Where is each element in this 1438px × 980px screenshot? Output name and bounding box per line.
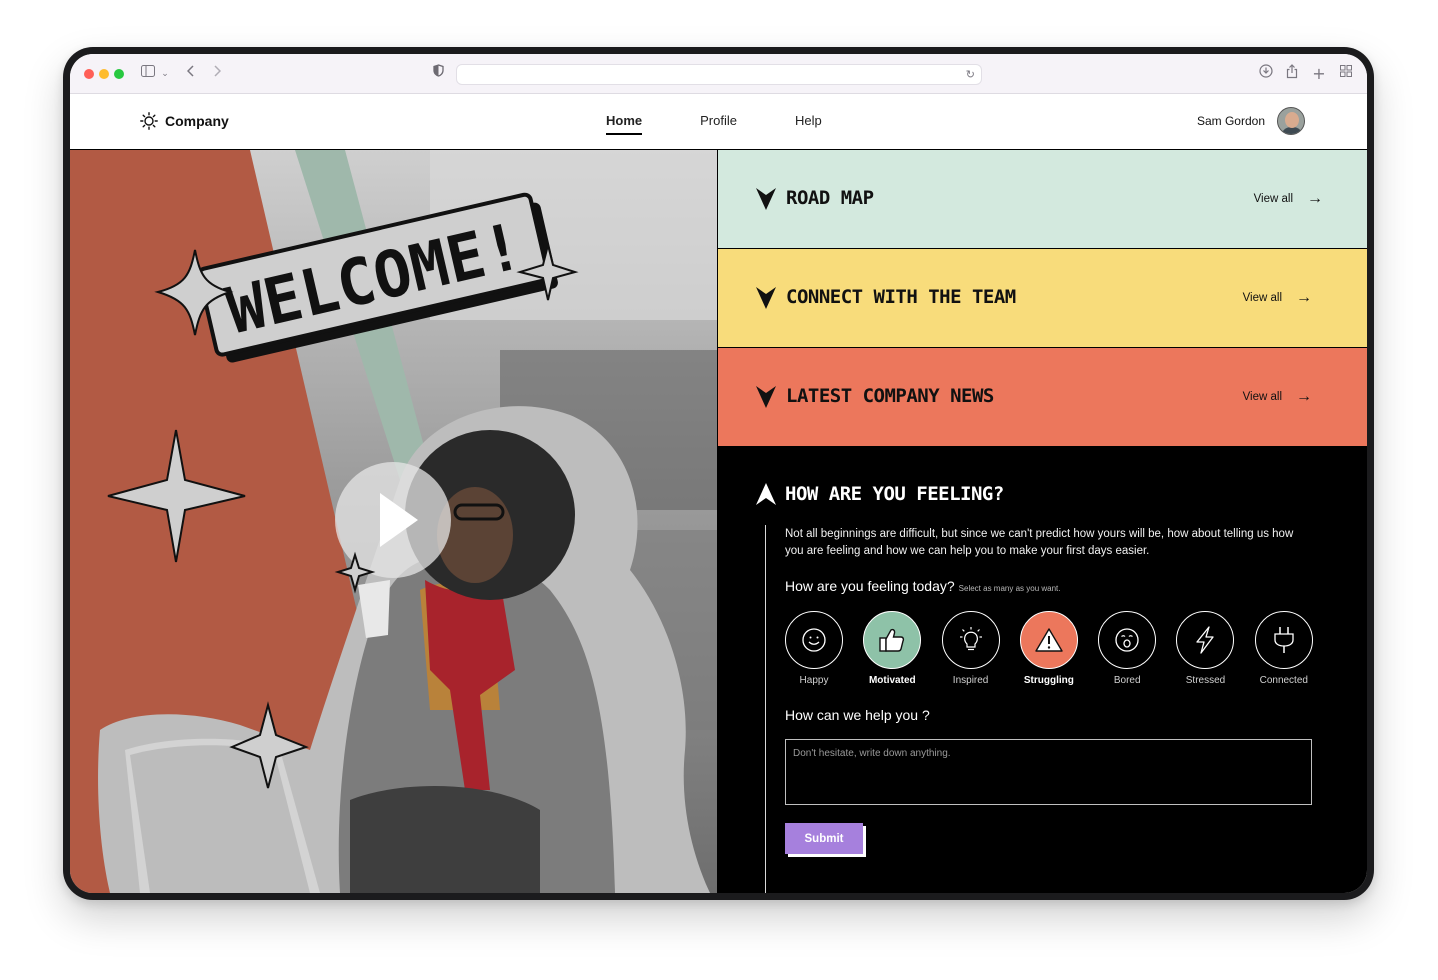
back-arrow-icon[interactable]	[184, 64, 198, 84]
company-logo[interactable]: Company	[140, 112, 229, 130]
shield-icon	[431, 64, 445, 84]
connect-team-view-all-link[interactable]: View all →	[1242, 289, 1312, 306]
road-map-view-all-link[interactable]: View all →	[1253, 190, 1323, 207]
close-window-button[interactable]	[84, 69, 94, 79]
help-message-input[interactable]	[785, 739, 1312, 805]
section-title: CONNECT WITH THE TEAM	[786, 286, 1016, 308]
feeling-section: HOW ARE YOU FEELING? Not all beginnings …	[718, 447, 1367, 893]
mood-motivated-button[interactable]	[863, 611, 922, 669]
mood-struggling[interactable]: Struggling	[1019, 611, 1098, 686]
help-question: How can we help you ?	[785, 707, 930, 723]
browser-toolbar: ⌄ ↻ +	[70, 54, 1367, 94]
mood-inspired[interactable]: Inspired	[941, 611, 1020, 686]
mood-label: Struggling	[1023, 675, 1074, 686]
mood-question: How are you feeling today? Select as many…	[785, 578, 1061, 594]
lightbulb-icon	[959, 627, 982, 651]
mood-hint: Select as many as you want.	[958, 584, 1061, 593]
reload-icon[interactable]: ↻	[966, 65, 975, 84]
mood-bored[interactable]: Bored	[1098, 611, 1176, 686]
user-name: Sam Gordon	[1196, 114, 1265, 128]
chevron-down-icon	[756, 287, 776, 309]
maximize-window-button[interactable]	[114, 69, 124, 79]
plug-icon	[1274, 627, 1294, 653]
device-frame: ⌄ ↻ + Company Home Profile Help Sam Gord…	[63, 47, 1374, 900]
download-icon[interactable]	[1258, 64, 1274, 84]
company-news-view-all-link[interactable]: View all →	[1242, 388, 1312, 405]
mood-label: Bored	[1113, 675, 1141, 686]
yawn-face-icon	[1115, 628, 1139, 652]
avatar[interactable]	[1277, 107, 1305, 135]
section-title: LATEST COMPANY NEWS	[786, 385, 994, 407]
mood-stressed-button[interactable]	[1176, 611, 1235, 669]
sun-logo-icon	[140, 112, 158, 130]
submit-button[interactable]: Submit	[785, 823, 863, 854]
mood-question-text: How are you feeling today?	[785, 578, 955, 594]
section-road-map[interactable]: ROAD MAP View all →	[718, 150, 1367, 249]
arrow-right-icon: →	[1296, 388, 1312, 405]
thumbs-up-icon	[879, 628, 905, 652]
mood-struggling-button[interactable]	[1019, 611, 1078, 669]
mood-inspired-button[interactable]	[941, 611, 1000, 669]
mood-label: Stressed	[1185, 675, 1226, 686]
feeling-description: Not all beginnings are difficult, but si…	[785, 528, 1294, 557]
address-bar[interactable]: ↻	[456, 64, 982, 85]
mood-options: Happy Motivated Inspired Struggling Bore…	[785, 611, 1333, 686]
chevron-down-icon	[756, 386, 776, 408]
warning-icon	[1035, 628, 1063, 652]
sidebar-toggle-icon[interactable]	[140, 64, 156, 84]
mood-label: Motivated	[868, 675, 916, 686]
section-connect-team[interactable]: CONNECT WITH THE TEAM View all →	[718, 249, 1367, 348]
tab-overview-icon[interactable]	[1338, 64, 1354, 84]
nav-help[interactable]: Help	[795, 113, 822, 135]
nav-profile[interactable]: Profile	[700, 113, 737, 135]
forward-arrow-icon[interactable]	[210, 64, 224, 84]
feeling-title: HOW ARE YOU FEELING?	[785, 483, 1004, 505]
hero-illustration: WELCOME!	[70, 150, 717, 893]
user-menu[interactable]: Sam Gordon	[1197, 107, 1305, 135]
mood-connected[interactable]: Connected	[1254, 611, 1333, 686]
nav-home[interactable]: Home	[606, 113, 643, 135]
minimize-window-button[interactable]	[99, 69, 109, 79]
mood-happy[interactable]: Happy	[785, 611, 863, 686]
mood-label: Inspired	[952, 675, 989, 686]
chevron-up-icon[interactable]	[756, 483, 776, 505]
section-divider-line	[765, 525, 766, 893]
chevron-down-icon[interactable]: ⌄	[160, 64, 170, 84]
arrow-right-icon: →	[1307, 190, 1323, 207]
right-panel: ROAD MAP View all → CONNECT WITH THE TEA…	[718, 150, 1367, 893]
brand-name: Company	[165, 113, 229, 129]
arrow-right-icon: →	[1296, 289, 1312, 306]
section-title: ROAD MAP	[786, 187, 874, 209]
mood-bored-button[interactable]	[1098, 611, 1157, 669]
browser-window: ⌄ ↻ + Company Home Profile Help Sam Gord…	[70, 54, 1367, 893]
mood-connected-button[interactable]	[1254, 611, 1313, 669]
view-all-label: View all	[1242, 292, 1282, 304]
new-tab-plus-icon[interactable]: +	[1311, 64, 1327, 84]
view-all-label: View all	[1242, 391, 1282, 403]
smiley-icon	[802, 628, 826, 652]
main-nav: Home Profile Help	[606, 113, 880, 135]
mood-happy-button[interactable]	[785, 611, 843, 669]
submit-wrapper: Submit	[785, 823, 866, 857]
share-icon[interactable]	[1284, 64, 1300, 84]
view-all-label: View all	[1253, 193, 1293, 205]
site-header: Company Home Profile Help Sam Gordon	[70, 94, 1367, 150]
welcome-hero: WELCOME!	[70, 150, 718, 893]
mood-label: Happy	[799, 675, 829, 686]
mood-stressed[interactable]: Stressed	[1176, 611, 1254, 686]
section-company-news[interactable]: LATEST COMPANY NEWS View all →	[718, 348, 1367, 447]
chevron-down-icon	[756, 188, 776, 210]
mood-label: Connected	[1259, 675, 1308, 686]
mood-motivated[interactable]: Motivated	[863, 611, 941, 686]
lightning-icon	[1196, 626, 1215, 654]
